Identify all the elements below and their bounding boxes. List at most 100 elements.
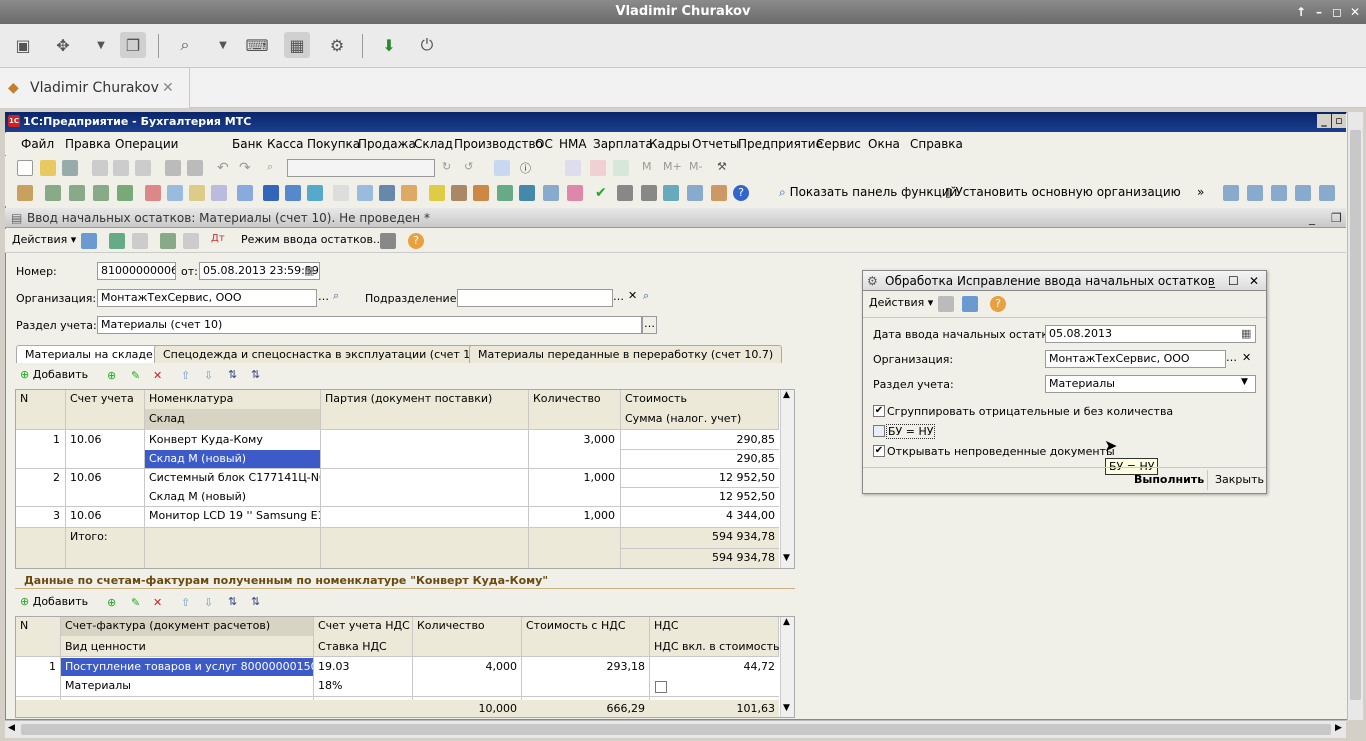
fn14-icon[interactable] — [333, 185, 349, 201]
fn29-icon[interactable] — [711, 185, 727, 201]
m-plus-icon[interactable]: M+ — [663, 160, 682, 176]
copy-row-icon[interactable]: ⊕ — [107, 369, 123, 385]
close-icon[interactable]: ✕ — [1350, 0, 1360, 24]
edit-icon[interactable]: ✎ — [131, 369, 147, 385]
fn2-icon[interactable] — [45, 185, 61, 201]
fn32-icon[interactable] — [1271, 185, 1287, 201]
inv-row1-cost-vat[interactable]: 293,18 — [522, 658, 649, 676]
chevron-down-icon[interactable]: ▼ — [210, 32, 236, 58]
fn12-icon[interactable] — [285, 185, 301, 201]
tools-icon[interactable]: ⚒ — [717, 160, 733, 176]
send-keys-icon[interactable]: ⌨ — [244, 32, 270, 58]
find-prev-icon[interactable]: ↺ — [464, 160, 480, 176]
row1-warehouse[interactable]: Склад М (новый) — [145, 450, 320, 468]
move-up-icon[interactable]: ⇧ — [181, 596, 197, 612]
row3-account[interactable]: 10.06 — [66, 507, 144, 525]
number-field[interactable]: 81000000006 — [97, 262, 176, 280]
clear-icon[interactable]: ✕ — [628, 289, 637, 302]
inv-row1-value-type[interactable]: Материалы — [61, 677, 313, 695]
doc-restore-icon[interactable]: ❐ — [1331, 208, 1342, 228]
fn1-icon[interactable] — [17, 185, 33, 201]
fn7-icon[interactable] — [167, 185, 183, 201]
actions-menu[interactable]: Действия ▾ — [12, 233, 76, 246]
date-field[interactable]: 05.08.2013 23:59:59 — [199, 262, 320, 280]
group-negative-checkbox[interactable]: ✔ — [873, 405, 885, 417]
menu-cash[interactable]: Касса — [267, 137, 303, 151]
fullscreen-icon[interactable]: ▦ — [284, 32, 310, 58]
print-icon[interactable] — [165, 160, 181, 176]
app-minimize-icon[interactable]: _ — [1317, 114, 1331, 128]
users-icon[interactable] — [613, 160, 629, 176]
search-icon[interactable]: ⌕ — [267, 160, 283, 176]
post-icon[interactable] — [81, 233, 97, 249]
scroll-up-icon[interactable]: ▲ — [783, 617, 790, 627]
viewer-tab[interactable]: ◆ Vladimir Churakov ✕ — [0, 68, 190, 108]
download-icon[interactable]: ⬇ — [376, 32, 402, 58]
windows-icon[interactable] — [494, 160, 510, 176]
zoom-icon[interactable]: ⌕ — [172, 32, 198, 58]
chevron-down-icon[interactable]: ▼ — [88, 32, 114, 58]
row1-cost[interactable]: 290,85 — [621, 431, 779, 449]
row1-qty[interactable]: 3,000 — [529, 431, 619, 449]
fn16-icon[interactable] — [379, 185, 395, 201]
m-minus-icon[interactable]: M- — [689, 160, 705, 176]
vat-incl-checkbox[interactable] — [655, 681, 667, 693]
fn34-icon[interactable] — [1319, 185, 1335, 201]
dialog-maximize-icon[interactable]: ☐ — [1228, 271, 1239, 291]
undo-icon[interactable]: ↶ — [217, 160, 233, 176]
row2-account[interactable]: 10.06 — [66, 469, 144, 487]
print-doc-icon[interactable] — [183, 233, 199, 249]
row2-sum[interactable]: 12 952,50 — [621, 488, 779, 506]
inv-row1-qty[interactable]: 4,000 — [413, 658, 521, 676]
new-icon[interactable] — [17, 160, 33, 176]
calculator-icon[interactable] — [565, 160, 581, 176]
copy-doc-icon[interactable] — [132, 233, 148, 249]
calendar-icon[interactable]: ▦ — [304, 264, 314, 277]
help-icon[interactable]: ? — [733, 185, 749, 201]
copy-icon[interactable] — [113, 160, 129, 176]
dt-kt-icon[interactable]: Дт — [211, 233, 227, 249]
dialog-save-icon[interactable] — [938, 296, 954, 312]
fn31-icon[interactable] — [1247, 185, 1263, 201]
fn25-icon[interactable] — [617, 185, 633, 201]
dialog-section-select[interactable]: Материалы — [1045, 375, 1256, 393]
dialog-minimize-icon[interactable]: _ — [1209, 271, 1215, 291]
open-unposted-checkbox[interactable]: ✔ — [873, 445, 885, 457]
division-field[interactable] — [457, 289, 613, 307]
select-icon[interactable]: … — [613, 290, 624, 303]
restore-icon[interactable]: ↑ — [1296, 0, 1306, 24]
menu-hr[interactable]: Кадры — [649, 137, 690, 151]
set-org-button[interactable]: ▯ Установить основную организацию — [945, 185, 1181, 199]
input-mode-button[interactable]: Режим ввода остатков... — [241, 233, 383, 246]
inv-row1-vat-acc[interactable]: 19.03 — [314, 658, 411, 676]
fn18-icon[interactable] — [429, 185, 445, 201]
window-icon[interactable]: ❐ — [120, 32, 146, 58]
menu-operations[interactable]: Операции — [115, 137, 178, 151]
scroll-left-icon[interactable]: ◀ — [8, 723, 15, 733]
dialog-help-icon[interactable]: ? — [990, 296, 1006, 312]
fn13-icon[interactable] — [307, 185, 323, 201]
fn11-icon[interactable] — [263, 185, 279, 201]
row2-nom[interactable]: Системный блок С177141Ц-NO... — [145, 469, 320, 487]
row1-account[interactable]: 10.06 — [66, 431, 144, 449]
check-icon[interactable]: ✔ — [595, 185, 611, 201]
preview-icon[interactable] — [187, 160, 203, 176]
copy-row-icon[interactable]: ⊕ — [107, 596, 123, 612]
menu-file[interactable]: Файл — [21, 137, 54, 151]
row3-nom[interactable]: Монитор LCD 19 '' Samsung E1... — [145, 507, 320, 525]
fn9-icon[interactable] — [211, 185, 227, 201]
row2-warehouse[interactable]: Склад М (новый) — [145, 488, 320, 506]
invoice-scrollbar[interactable]: ▲ ▼ — [780, 617, 794, 717]
close-button[interactable]: Закрыть — [1215, 473, 1264, 486]
fn17-icon[interactable] — [401, 185, 417, 201]
dialog-restore-icon[interactable] — [962, 296, 978, 312]
fn20-icon[interactable] — [473, 185, 489, 201]
close-tab-icon[interactable]: ✕ — [162, 68, 174, 108]
edit-icon[interactable]: ✎ — [131, 596, 147, 612]
list-settings-icon[interactable] — [380, 233, 396, 249]
menu-sale[interactable]: Продажа — [358, 137, 416, 151]
tab-processing[interactable]: Материалы переданные в переработку (счет… — [469, 345, 783, 363]
row2-qty[interactable]: 1,000 — [529, 469, 619, 487]
vscroll-thumb[interactable] — [1350, 130, 1361, 700]
bu-nu-checkbox[interactable] — [873, 425, 885, 437]
